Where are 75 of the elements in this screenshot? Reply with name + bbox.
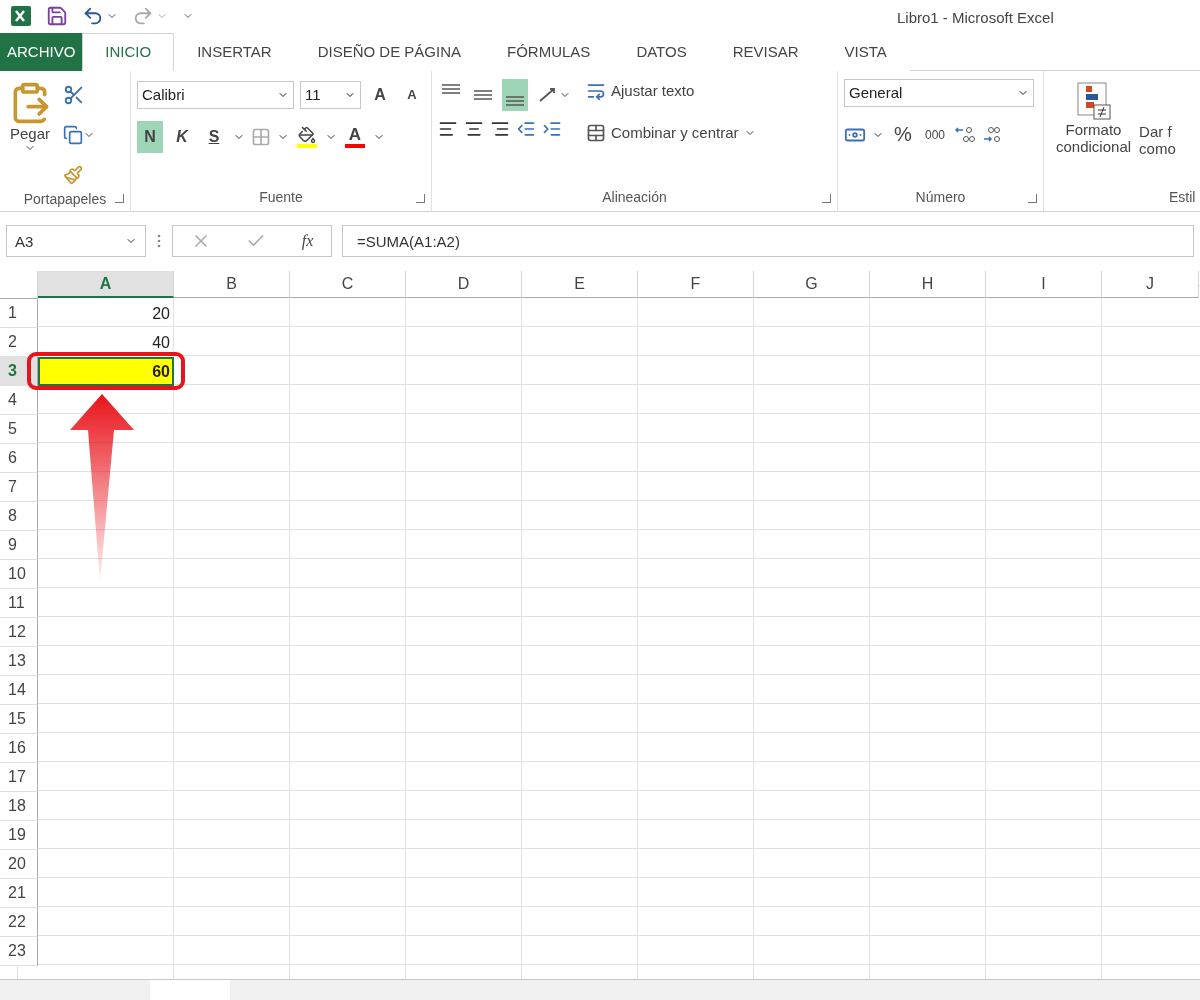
column-header[interactable]: F: [638, 271, 754, 298]
row-header[interactable]: 1: [0, 299, 38, 328]
column-header[interactable]: A: [38, 271, 174, 298]
row-header[interactable]: 13: [0, 647, 38, 676]
name-box[interactable]: A3: [6, 225, 146, 258]
vertical-align-button[interactable]: [502, 78, 528, 111]
row-header[interactable]: 17: [0, 763, 38, 792]
column-header[interactable]: I: [986, 271, 1102, 298]
conditional-format-button[interactable]: Formato condicional: [1054, 78, 1134, 189]
group-label: Portapapeles: [22, 190, 108, 209]
column-header[interactable]: B: [174, 271, 290, 298]
font-name-field[interactable]: Calibri: [137, 80, 295, 109]
group-label: Fuente: [258, 188, 304, 207]
font-color-button[interactable]: A: [343, 123, 367, 150]
row-header[interactable]: 23: [0, 937, 38, 966]
insert-function-button[interactable]: fx: [301, 232, 314, 251]
underline-button[interactable]: S: [201, 120, 227, 153]
wrap-text-button[interactable]: Ajustar texto: [584, 78, 697, 103]
window-title: Libro1 - Microsoft Excel: [897, 9, 1054, 26]
column-header[interactable]: E: [522, 271, 638, 298]
row-header[interactable]: 8: [0, 502, 38, 531]
column-header[interactable]: C: [290, 271, 406, 298]
group-label: Número: [914, 188, 967, 207]
shrink-font-button[interactable]: A: [399, 78, 425, 111]
italic-button[interactable]: K: [169, 120, 195, 153]
app-logo-icon: [10, 5, 32, 28]
row-header[interactable]: 11: [0, 589, 38, 618]
format-as-table-button[interactable]: Dar f como: [1137, 78, 1178, 189]
decimal-increase-icon[interactable]: [954, 124, 977, 145]
row-header[interactable]: 5: [0, 415, 38, 444]
row-header[interactable]: 7: [0, 473, 38, 502]
merge-center-button[interactable]: Combinar y centrar: [584, 120, 758, 145]
column-header[interactable]: D: [406, 271, 522, 298]
row-header[interactable]: 15: [0, 705, 38, 734]
row-header[interactable]: 14: [0, 676, 38, 705]
align-middle-icon: [474, 89, 492, 100]
column-header[interactable]: J: [1102, 271, 1199, 298]
group-label: Alineación: [601, 188, 668, 207]
align-bottom-icon: [506, 95, 524, 106]
thousands-button[interactable]: 000: [922, 118, 949, 151]
conditional-format-icon: [1075, 80, 1112, 121]
table-cell[interactable]: 60: [38, 357, 174, 386]
row-header[interactable]: 21: [0, 879, 38, 908]
row-header[interactable]: 10: [0, 560, 38, 589]
grip-icon: [156, 233, 162, 250]
align-top-icon: [442, 83, 460, 94]
bold-button[interactable]: N: [137, 120, 163, 153]
paste-button[interactable]: Pegar: [6, 78, 54, 191]
grow-font-button[interactable]: A: [367, 78, 393, 111]
row-header[interactable]: 22: [0, 908, 38, 937]
row-header[interactable]: 4: [0, 386, 38, 415]
row-header[interactable]: 16: [0, 734, 38, 763]
group-label: Estil: [1168, 188, 1197, 207]
copy-icon[interactable]: [63, 124, 83, 145]
row-header[interactable]: 12: [0, 618, 38, 647]
row-header[interactable]: 9: [0, 531, 38, 560]
table-cell[interactable]: 20: [38, 299, 174, 328]
column-header[interactable]: H: [870, 271, 986, 298]
row-header[interactable]: 20: [0, 850, 38, 879]
format-painter-icon[interactable]: [63, 164, 83, 185]
merge-cells-icon: [586, 122, 606, 143]
row-header[interactable]: 2: [0, 328, 38, 357]
cut-icon[interactable]: [63, 83, 85, 106]
percent-button[interactable]: %: [890, 118, 916, 151]
save-icon[interactable]: [46, 5, 68, 28]
row-header[interactable]: 19: [0, 821, 38, 850]
file-menu-tab[interactable]: ARCHIVO: [0, 32, 83, 71]
ribbon-tab[interactable]: INICIO: [82, 32, 175, 71]
number-format-field[interactable]: General: [844, 78, 1034, 107]
table-cell[interactable]: 40: [38, 328, 174, 357]
formula-field[interactable]: =SUMA(A1:A2): [342, 225, 1194, 258]
row-header[interactable]: 18: [0, 792, 38, 821]
row-header[interactable]: 6: [0, 444, 38, 473]
column-header[interactable]: G: [754, 271, 870, 298]
font-size-field[interactable]: 11: [300, 80, 361, 109]
